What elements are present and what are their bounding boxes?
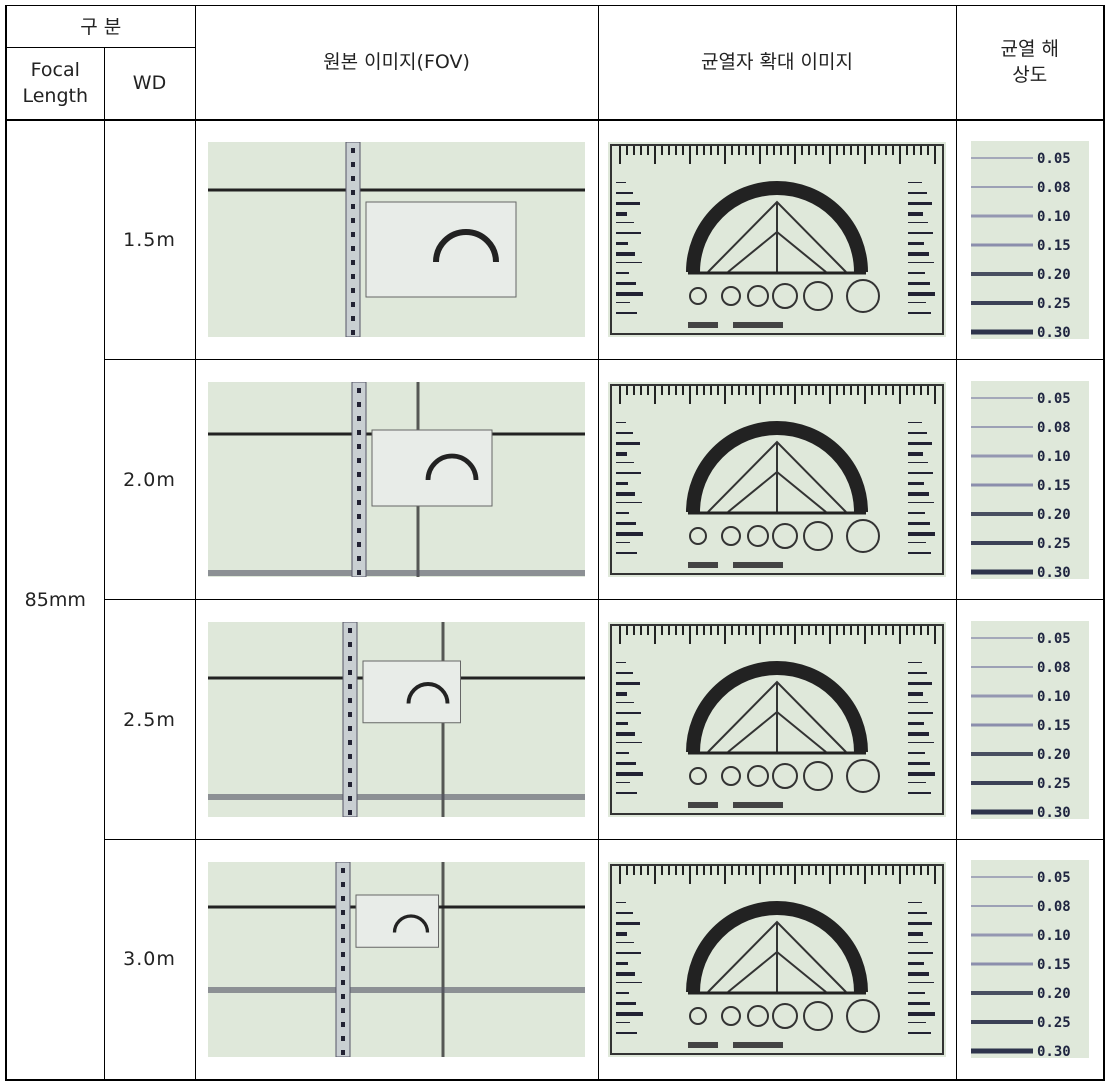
resolution-label: 0.20 — [1037, 747, 1071, 763]
table-row: 2.5m 0.05 0.08 0.10 0.15 0.20 0.25 0.30 — [6, 599, 1105, 840]
resolution-cell: 0.05 0.08 0.10 0.15 0.20 0.25 0.30 — [955, 839, 1105, 1081]
original-image-cell — [194, 839, 599, 1081]
original-image-cell — [194, 599, 599, 840]
crack-gauge-zoom-image — [608, 861, 946, 1057]
resolution-label: 0.30 — [1037, 565, 1071, 579]
resolution-label: 0.30 — [1037, 805, 1071, 819]
resolution-label: 0.10 — [1037, 449, 1071, 465]
resolution-label: 0.10 — [1037, 689, 1071, 705]
resolution-label: 0.30 — [1037, 325, 1071, 339]
wd-value: 2.0m — [103, 359, 196, 600]
header-focal-length-text: Focal Length — [22, 59, 89, 108]
original-fov-image — [208, 382, 585, 577]
resolution-label: 0.15 — [1037, 478, 1071, 494]
wd-value: 3.0m — [103, 839, 196, 1081]
resolution-label: 0.05 — [1037, 151, 1071, 167]
wd-value: 1.5m — [103, 118, 196, 360]
original-fov-image — [208, 622, 585, 817]
resolution-cell: 0.05 0.08 0.10 0.15 0.20 0.25 0.30 — [955, 599, 1105, 840]
zoom-image-cell — [597, 599, 957, 840]
zoom-image-cell — [597, 359, 957, 600]
resolution-label: 0.10 — [1037, 928, 1071, 944]
resolution-label: 0.05 — [1037, 391, 1071, 407]
resolution-label: 0.05 — [1037, 631, 1071, 647]
resolution-label: 0.15 — [1037, 718, 1071, 734]
original-fov-image — [208, 142, 585, 338]
crack-gauge-zoom-image — [608, 622, 946, 817]
resolution-cell: 0.05 0.08 0.10 0.15 0.20 0.25 0.30 — [955, 118, 1105, 360]
resolution-label: 0.15 — [1037, 957, 1071, 973]
table-row: 2.0m 0.05 0.08 0.10 0.15 0.20 0.25 0.30 — [6, 359, 1105, 600]
crack-resolution-image: 0.05 0.08 0.10 0.15 0.20 0.25 0.30 — [970, 140, 1089, 339]
wd-value: 2.5m — [103, 599, 196, 840]
resolution-cell: 0.05 0.08 0.10 0.15 0.20 0.25 0.30 — [955, 359, 1105, 600]
header-crack-resolution-text: 균열 해상도 — [1000, 38, 1059, 87]
original-fov-image — [208, 861, 585, 1057]
crack-gauge-zoom-image — [608, 382, 946, 577]
zoom-image-cell — [597, 839, 957, 1081]
header-wd: WD — [103, 47, 196, 120]
table-row: 3.0m 0.05 0.08 0.10 0.15 0.20 0.25 0.30 — [6, 839, 1105, 1081]
resolution-label: 0.25 — [1037, 536, 1071, 552]
resolution-label: 0.20 — [1037, 986, 1071, 1002]
resolution-label: 0.15 — [1037, 238, 1071, 254]
resolution-label: 0.25 — [1037, 1015, 1071, 1031]
focal-length-value: 85mm — [5, 118, 105, 1081]
resolution-label: 0.08 — [1037, 420, 1071, 436]
resolution-label: 0.08 — [1037, 180, 1071, 196]
resolution-label: 0.25 — [1037, 776, 1071, 792]
crack-resolution-image: 0.05 0.08 0.10 0.15 0.20 0.25 0.30 — [970, 620, 1089, 819]
header-crack-resolution: 균열 해상도 — [955, 5, 1105, 120]
resolution-label: 0.08 — [1037, 660, 1071, 676]
header-original-image: 원본 이미지(FOV) — [194, 5, 599, 120]
original-image-cell — [194, 118, 599, 360]
resolution-label: 0.25 — [1037, 296, 1071, 312]
resolution-label: 0.10 — [1037, 209, 1071, 225]
crack-gauge-zoom-image — [608, 142, 946, 338]
header-focal-length: Focal Length — [5, 47, 105, 120]
table-row: 85mm 1.5m 0.05 0.08 0.10 0.15 0.20 0.25 0.30 — [5, 118, 1105, 1081]
resolution-label: 0.30 — [1037, 1044, 1071, 1058]
resolution-label: 0.20 — [1037, 267, 1071, 283]
crack-resolution-image: 0.05 0.08 0.10 0.15 0.20 0.25 0.30 — [970, 380, 1089, 579]
crack-resolution-table: 구 분 원본 이미지(FOV) 균열자 확대 이미지 균열 해상도 Focal … — [5, 5, 1105, 1081]
zoom-image-cell — [597, 118, 957, 360]
resolution-label: 0.20 — [1037, 507, 1071, 523]
header-crack-gauge-zoom: 균열자 확대 이미지 — [597, 5, 957, 120]
header-category: 구 분 — [5, 5, 196, 48]
original-image-cell — [194, 359, 599, 600]
crack-resolution-image: 0.05 0.08 0.10 0.15 0.20 0.25 0.30 — [970, 860, 1089, 1059]
resolution-label: 0.05 — [1037, 870, 1071, 886]
resolution-label: 0.08 — [1037, 899, 1071, 915]
